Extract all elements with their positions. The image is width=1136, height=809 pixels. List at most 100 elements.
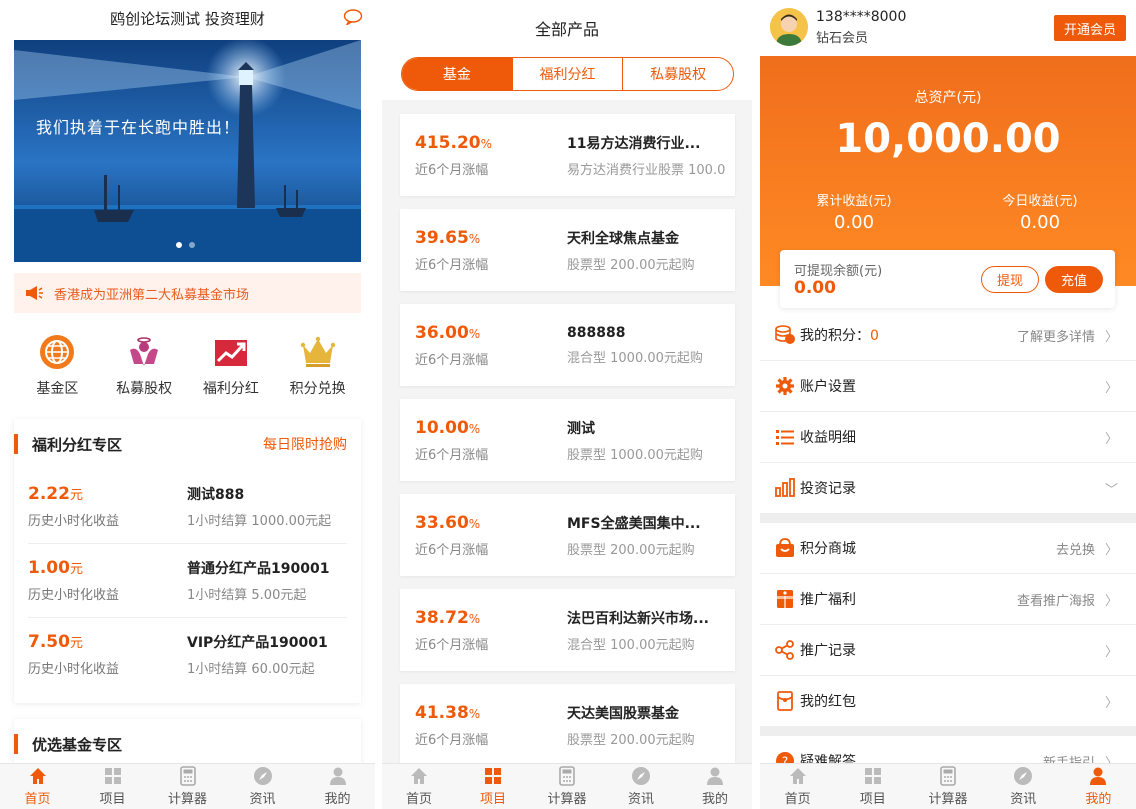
compass-icon <box>1014 767 1033 785</box>
tab-calculator[interactable]: 计算器 <box>530 764 604 809</box>
quick-entry-fund[interactable]: 基金区 <box>14 334 101 398</box>
product-card[interactable]: 41.38% 近6个月涨幅 天达美国股票基金 股票型 200.00元起购 <box>400 684 735 766</box>
category-tabs: 基金 福利分红 私募股权 <box>401 57 734 91</box>
tab-news[interactable]: 资讯 <box>225 764 300 809</box>
tab-label: 项目 <box>479 792 506 807</box>
withdrawable-label: 可提现余额(元) <box>794 264 883 279</box>
tab-label: 资讯 <box>249 792 276 807</box>
menu-item-points[interactable]: 我的积分：0 了解更多详情〉 <box>760 310 1136 361</box>
menu-item-promotion-benefits[interactable]: 推广福利 查看推广海报〉 <box>760 574 1136 625</box>
product-rate: 415.20 <box>415 132 481 153</box>
product-rate: 10.00 <box>415 417 469 438</box>
home-icon <box>411 768 427 784</box>
product-card[interactable]: 36.00% 近6个月涨幅 888888 混合型 1000.00元起购 <box>400 304 735 386</box>
rate-unit: % <box>468 421 481 436</box>
product-name: 测试 <box>567 420 595 437</box>
user-avatar-icon <box>770 8 808 46</box>
grid-icon <box>104 768 121 784</box>
tab-calculator[interactable]: 计算器 <box>910 764 985 809</box>
today-income: 今日收益(元) 0.00 <box>965 190 1115 233</box>
tab-home[interactable]: 首页 <box>382 764 456 809</box>
quick-entry-label: 福利分红 <box>202 381 259 397</box>
basket-icon <box>776 538 794 557</box>
menu-item-investment-record[interactable]: 投资记录 ﹀ <box>760 463 1136 514</box>
tab-label: 首页 <box>24 792 51 807</box>
mine-screen: 138****8000 钻石会员 开通会员 总资产(元) 10,000.00 累… <box>760 0 1136 809</box>
product-card[interactable]: 38.72% 近6个月涨幅 法巴百利达新兴市场... 混合型 100.00元起购 <box>400 589 735 671</box>
banner-slogan: 我们执着于在长跑中胜出！ <box>36 118 241 137</box>
avatar[interactable] <box>770 8 808 46</box>
tab-news[interactable]: 资讯 <box>986 764 1061 809</box>
tab-label: 项目 <box>99 792 126 807</box>
quick-entry-private-equity[interactable]: 私募股权 <box>101 334 188 398</box>
product-rate: 41.38 <box>415 702 469 723</box>
tab-private-equity[interactable]: 私募股权 <box>622 58 733 90</box>
product-card[interactable]: 10.00% 近6个月涨幅 测试 股票型 1000.00元起购 <box>400 399 735 481</box>
menu-label: 我的积分： <box>800 328 870 344</box>
open-membership-button[interactable]: 开通会员 <box>1054 15 1126 41</box>
quick-entry-points[interactable]: 积分兑换 <box>274 334 361 398</box>
dividend-product-row[interactable]: 7.50元 历史小时化收益 VIP分红产品190001 1小时结算 60.00元起 <box>28 617 347 691</box>
chevron-right-icon: 〉 <box>1104 593 1118 609</box>
withdraw-button[interactable]: 提现 <box>981 266 1039 293</box>
bottom-tab-bar: 首页 项目 计算器 资讯 我的 <box>382 763 752 809</box>
banner-carousel[interactable]: 我们执着于在长跑中胜出！ <box>14 40 361 262</box>
recharge-button[interactable]: 充值 <box>1045 266 1103 293</box>
menu-item-income-detail[interactable]: 收益明细 〉 <box>760 412 1136 463</box>
menu-item-red-envelope[interactable]: 我的红包 〉 <box>760 676 1136 727</box>
product-rate: 2.22 <box>28 483 70 504</box>
chevron-right-icon: 〉 <box>1104 431 1118 447</box>
tab-mine[interactable]: 我的 <box>300 764 375 809</box>
tab-projects[interactable]: 项目 <box>835 764 910 809</box>
tab-label: 首页 <box>784 792 811 807</box>
total-assets-value: 10,000.00 <box>835 116 1061 162</box>
withdraw-card: 可提现余额(元) 0.00 提现 充值 <box>780 250 1115 308</box>
tab-home[interactable]: 首页 <box>760 764 835 809</box>
dividend-product-row[interactable]: 1.00元 历史小时化收益 普通分红产品190001 1小时结算 5.00元起 <box>28 543 347 617</box>
share-icon <box>775 640 794 660</box>
section-title: 优选基金专区 <box>32 735 123 754</box>
product-name: 测试888 <box>187 486 245 503</box>
rate-unit: % <box>468 706 481 721</box>
user-phone: 138****8000 <box>816 9 907 25</box>
dividend-product-row[interactable]: 2.22元 历史小时化收益 测试888 1小时结算 1000.00元起 <box>14 469 361 543</box>
quick-entry-label: 积分兑换 <box>289 381 346 397</box>
menu-item-promotion-record[interactable]: 推广记录 〉 <box>760 625 1136 676</box>
section-more-link[interactable]: 每日限时抢购 <box>263 434 347 454</box>
gear-icon <box>776 377 794 395</box>
menu-label: 推广记录 <box>800 643 856 659</box>
tab-projects[interactable]: 项目 <box>75 764 150 809</box>
tab-fund[interactable]: 基金 <box>402 58 512 90</box>
tab-dividend[interactable]: 福利分红 <box>511 58 623 90</box>
tab-mine[interactable]: 我的 <box>678 764 752 809</box>
tab-mine[interactable]: 我的 <box>1061 764 1136 809</box>
product-card[interactable]: 415.20% 近6个月涨幅 11易方达消费行业... 易方达消费行业股票 100.0 <box>400 114 735 196</box>
tab-news[interactable]: 资讯 <box>604 764 678 809</box>
section-marker <box>14 734 18 754</box>
chat-icon[interactable] <box>343 9 363 25</box>
product-name: MFS全盛美国集中... <box>567 515 701 532</box>
product-card[interactable]: 39.65% 近6个月涨幅 天利全球焦点基金 股票型 200.00元起购 <box>400 209 735 291</box>
quick-entry-dividend[interactable]: 福利分红 <box>188 334 275 398</box>
quick-entry-label: 私募股权 <box>116 381 173 397</box>
product-list: 415.20% 近6个月涨幅 11易方达消费行业... 易方达消费行业股票 100.0… <box>400 114 735 779</box>
tab-home[interactable]: 首页 <box>0 764 75 809</box>
product-desc: 1小时结算 5.00元起 <box>187 588 307 603</box>
menu-label: 收益明细 <box>800 430 856 446</box>
news-text: 香港成为亚洲第二大私募基金市场 <box>54 287 250 303</box>
cumulative-income-value: 0.00 <box>833 212 875 233</box>
chevron-right-icon: 〉 <box>1104 644 1118 660</box>
section-title: 福利分红专区 <box>32 435 123 454</box>
menu-item-points-mall[interactable]: 积分商城 去兑换〉 <box>760 523 1136 574</box>
product-rate: 39.65 <box>415 227 469 248</box>
menu-label: 账户设置 <box>800 379 856 395</box>
product-card[interactable]: 33.60% 近6个月涨幅 MFS全盛美国集中... 股票型 200.00元起购 <box>400 494 735 576</box>
tab-calculator[interactable]: 计算器 <box>150 764 225 809</box>
crown-icon <box>300 336 335 367</box>
rate-unit: 元 <box>69 636 83 651</box>
dividend-section: 福利分红专区 每日限时抢购 2.22元 历史小时化收益 测试888 1小时结算 10… <box>14 419 361 703</box>
menu-item-account-settings[interactable]: 账户设置 〉 <box>760 361 1136 412</box>
product-desc: 股票型 200.00元起购 <box>567 732 695 748</box>
news-ticker[interactable]: 香港成为亚洲第二大私募基金市场 <box>14 273 361 313</box>
tab-projects[interactable]: 项目 <box>456 764 530 809</box>
